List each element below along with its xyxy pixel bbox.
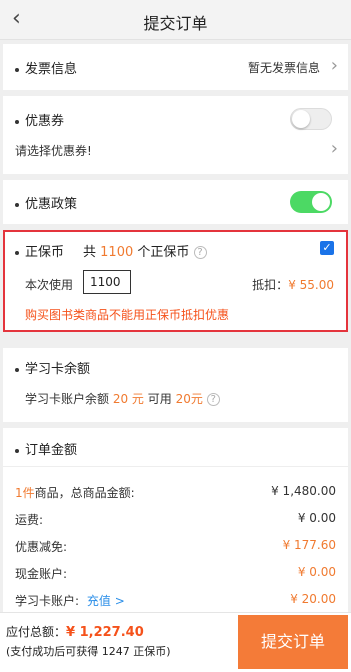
shipping-row: 运费: ¥ 0.00	[15, 511, 336, 527]
submit-order-button[interactable]: 提交订单	[238, 615, 348, 669]
order-total-row: 1件商品，总商品金额: ¥ 1,480.00	[15, 484, 336, 500]
use-amount-input[interactable]: 1100	[83, 270, 131, 294]
zhengbao-checkbox[interactable]: ✓	[320, 241, 334, 255]
bullet-icon	[15, 67, 19, 72]
study-card-section: 学习卡余额 学习卡账户余额 20 元 可用 20元 ?	[3, 348, 348, 422]
order-amount-label: 订单金额	[15, 439, 77, 458]
chevron-right-icon: ›	[330, 55, 338, 76]
help-icon[interactable]: ?	[206, 393, 220, 406]
study-card-balance: 学习卡账户余额 20 元 可用 20元 ?	[25, 390, 220, 407]
zhengbao-label: 正保币	[15, 241, 64, 260]
bullet-icon	[15, 119, 19, 124]
zhengbao-coin-section: 正保币 共 1100 个正保币 ? ✓ 本次使用 1100 抵扣：¥ 55.00…	[3, 230, 348, 332]
coupon-hint[interactable]: 请选择优惠券!	[15, 142, 92, 159]
page-title: 提交订单	[143, 14, 208, 33]
nav-header: ‹ 提交订单	[0, 0, 351, 40]
use-label: 本次使用	[25, 278, 74, 292]
zhengbao-warning: 购买图书类商品不能用正保币抵扣优惠	[25, 308, 230, 322]
invoice-value: 暂无发票信息	[247, 61, 320, 75]
policy-section: 优惠政策	[3, 180, 348, 224]
policy-label: 优惠政策	[15, 193, 77, 212]
cash-account-row: 现金账户: ¥ 0.00	[15, 565, 336, 581]
payable-total: 应付总额：¥ 1,227.40	[6, 625, 144, 640]
reward-note: (支付成功后可获得 1247 正保币)	[6, 645, 171, 658]
bullet-icon	[15, 202, 19, 207]
coupon-section: 优惠券 请选择优惠券! ›	[3, 96, 348, 174]
invoice-row[interactable]: 发票信息 暂无发票信息 ›	[3, 44, 348, 90]
deduct-amount: 抵扣：¥ 55.00	[252, 278, 334, 292]
coupon-label: 优惠券	[15, 110, 64, 129]
recharge-link[interactable]: 充值 >	[87, 594, 125, 608]
bullet-icon	[15, 250, 19, 255]
order-amount-section: 订单金额 1件商品，总商品金额: ¥ 1,480.00 运费: ¥ 0.00 优惠…	[3, 428, 348, 612]
invoice-label: 发票信息	[15, 58, 77, 77]
study-card-account-row: 学习卡账户: 充值 > ¥ 20.00	[15, 592, 336, 608]
help-icon[interactable]: ?	[193, 246, 207, 259]
coupon-toggle[interactable]	[290, 108, 332, 130]
bullet-icon	[15, 367, 19, 372]
checkout-footer: 应付总额：¥ 1,227.40 (支付成功后可获得 1247 正保币) 提交订单	[0, 612, 351, 672]
discount-row: 优惠减免: ¥ 177.60	[15, 538, 336, 554]
bullet-icon	[15, 448, 19, 453]
zhengbao-total: 共 1100 个正保币 ?	[83, 241, 207, 260]
chevron-right-icon[interactable]: ›	[331, 140, 338, 158]
study-card-label: 学习卡余额	[15, 358, 90, 377]
policy-toggle[interactable]	[290, 191, 332, 213]
